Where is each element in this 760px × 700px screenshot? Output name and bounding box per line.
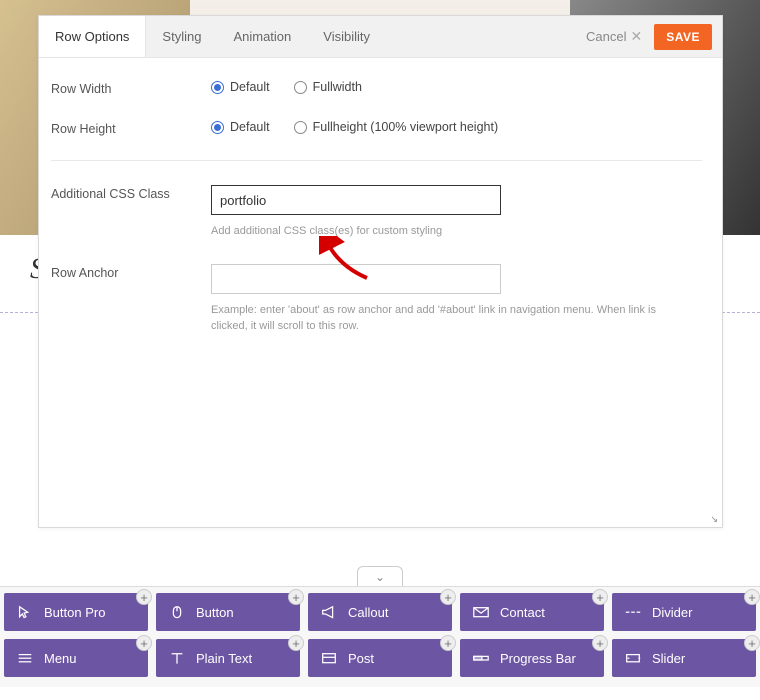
dashes-icon — [624, 605, 642, 619]
add-element-button[interactable]: + — [744, 635, 760, 651]
element-divider[interactable]: Divider+ — [612, 593, 756, 631]
css-class-input[interactable] — [211, 185, 501, 215]
element-plain-text[interactable]: Plain Text+ — [156, 639, 300, 677]
radio-label: Fullwidth — [313, 80, 362, 94]
add-element-button[interactable]: + — [288, 635, 304, 651]
element-menu[interactable]: Menu+ — [4, 639, 148, 677]
element-label: Slider — [652, 651, 685, 666]
mouse-icon — [168, 605, 186, 619]
row-anchor-label: Row Anchor — [51, 264, 211, 280]
css-class-row: Additional CSS Class Add additional CSS … — [51, 185, 702, 240]
row-height-label: Row Height — [51, 120, 211, 136]
add-element-button[interactable]: + — [744, 589, 760, 605]
radio-icon — [294, 121, 307, 134]
chevron-down-icon: ⌄ — [375, 570, 385, 584]
menu-icon — [16, 651, 34, 665]
slider-icon — [624, 651, 642, 665]
row-anchor-input[interactable] — [211, 264, 501, 294]
css-class-label: Additional CSS Class — [51, 185, 211, 201]
row-height-options: Default Fullheight (100% viewport height… — [211, 120, 702, 134]
element-button[interactable]: Button+ — [156, 593, 300, 631]
row-width-label: Row Width — [51, 80, 211, 96]
tab-visibility[interactable]: Visibility — [307, 16, 386, 57]
cancel-label: Cancel — [586, 29, 626, 44]
row-anchor-helper: Example: enter 'about' as row anchor and… — [211, 302, 691, 335]
envelope-icon — [472, 605, 490, 619]
element-slider[interactable]: Slider+ — [612, 639, 756, 677]
cursor-icon — [16, 605, 34, 619]
row-width-options: Default Fullwidth — [211, 80, 702, 94]
cancel-button[interactable]: Cancel ✕ — [586, 28, 642, 45]
css-class-helper: Add additional CSS class(es) for custom … — [211, 223, 691, 240]
element-label: Plain Text — [196, 651, 252, 666]
element-label: Post — [348, 651, 374, 666]
add-element-button[interactable]: + — [288, 589, 304, 605]
close-icon: ✕ — [630, 28, 642, 45]
element-label: Contact — [500, 605, 545, 620]
element-progress-bar[interactable]: Progress Bar+ — [460, 639, 604, 677]
row-width-fullwidth[interactable]: Fullwidth — [294, 80, 362, 94]
text-icon — [168, 651, 186, 665]
tab-animation[interactable]: Animation — [217, 16, 307, 57]
row-height-fullheight[interactable]: Fullheight (100% viewport height) — [294, 120, 499, 134]
element-contact[interactable]: Contact+ — [460, 593, 604, 631]
radio-label: Default — [230, 80, 270, 94]
add-element-button[interactable]: + — [592, 589, 608, 605]
radio-icon — [211, 81, 224, 94]
radio-label: Default — [230, 120, 270, 134]
element-label: Button — [196, 605, 234, 620]
expand-toggle[interactable]: ⌄ — [357, 566, 403, 586]
progress-icon — [472, 651, 490, 665]
divider — [51, 160, 702, 161]
element-label: Menu — [44, 651, 77, 666]
row-height-row: Row Height Default Fullheight (100% view… — [51, 120, 702, 136]
row-width-row: Row Width Default Fullwidth — [51, 80, 702, 96]
add-element-button[interactable]: + — [136, 635, 152, 651]
radio-icon — [294, 81, 307, 94]
add-element-button[interactable]: + — [440, 589, 456, 605]
megaphone-icon — [320, 605, 338, 619]
element-label: Progress Bar — [500, 651, 576, 666]
dialog-tabs: Row Options Styling Animation Visibility — [39, 16, 386, 57]
row-options-dialog: Row Options Styling Animation Visibility… — [38, 15, 723, 528]
tab-row-options[interactable]: Row Options — [39, 16, 146, 57]
save-button[interactable]: SAVE — [654, 24, 712, 50]
add-element-button[interactable]: + — [592, 635, 608, 651]
element-post[interactable]: Post+ — [308, 639, 452, 677]
add-element-button[interactable]: + — [440, 635, 456, 651]
element-toolbar: Button Pro+Button+Callout+Contact+Divide… — [0, 586, 760, 687]
tab-styling[interactable]: Styling — [146, 16, 217, 57]
radio-label: Fullheight (100% viewport height) — [313, 120, 499, 134]
element-label: Divider — [652, 605, 692, 620]
row-width-default[interactable]: Default — [211, 80, 270, 94]
row-height-default[interactable]: Default — [211, 120, 270, 134]
element-label: Callout — [348, 605, 388, 620]
dialog-header: Row Options Styling Animation Visibility… — [39, 16, 722, 58]
row-anchor-row: Row Anchor Example: enter 'about' as row… — [51, 264, 702, 335]
add-element-button[interactable]: + — [136, 589, 152, 605]
radio-icon — [211, 121, 224, 134]
post-icon — [320, 651, 338, 665]
dialog-body: Row Width Default Fullwidth Row Height D… — [39, 58, 722, 335]
resize-handle[interactable] — [708, 513, 718, 523]
element-button-pro[interactable]: Button Pro+ — [4, 593, 148, 631]
element-callout[interactable]: Callout+ — [308, 593, 452, 631]
element-label: Button Pro — [44, 605, 105, 620]
